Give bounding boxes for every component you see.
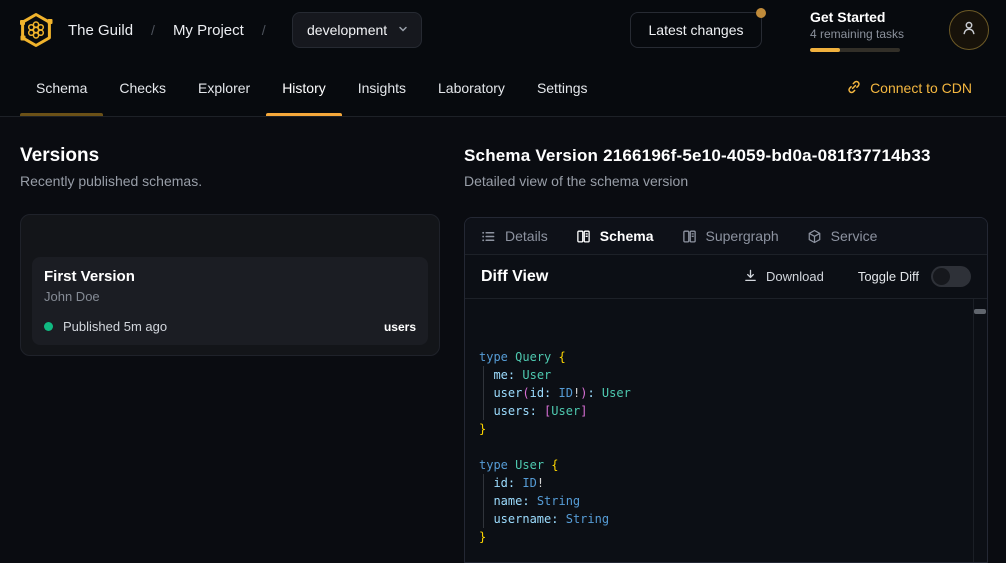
tab-label: Supergraph (706, 228, 779, 244)
breadcrumb: The Guild / My Project / (68, 0, 266, 60)
app-header: The Guild / My Project / development Lat… (0, 0, 1006, 60)
code-scrollbar[interactable] (973, 299, 987, 563)
nav-tab-checks[interactable]: Checks (103, 60, 182, 116)
code-line (479, 438, 967, 456)
toggle-diff-label: Toggle Diff (858, 269, 919, 284)
detail-tabs: Details Schema Supergraph Service (465, 218, 987, 255)
hive-logo-icon[interactable] (16, 10, 56, 50)
nav-tab-label: Checks (119, 80, 166, 96)
version-list-item[interactable]: First Version John Doe Published 5m ago … (32, 257, 428, 345)
person-icon (960, 19, 978, 42)
columns-icon (576, 229, 591, 244)
code-line: user(id: ID!): User (479, 384, 967, 402)
schema-code-viewer: type Query { me: User user(id: ID!): Use… (465, 299, 987, 563)
toggle-knob (933, 268, 950, 285)
breadcrumb-project[interactable]: My Project (173, 22, 244, 39)
scrollbar-thumb[interactable] (974, 309, 986, 314)
download-icon (743, 268, 758, 286)
version-status: Published 5m ago (63, 319, 167, 334)
diff-toolbar: Diff View Download Toggle Diff (465, 255, 987, 299)
nav-tab-settings[interactable]: Settings (521, 60, 604, 116)
cube-icon (807, 229, 822, 244)
nav-tab-insights[interactable]: Insights (342, 60, 422, 116)
tab-label: Schema (600, 228, 654, 244)
get-started-progress-bar (810, 48, 900, 52)
breadcrumb-separator: / (151, 22, 155, 38)
tab-underline (266, 113, 342, 116)
version-author: John Doe (44, 289, 416, 304)
versions-subtitle: Recently published schemas. (20, 173, 202, 189)
latest-changes-label: Latest changes (649, 22, 744, 38)
published-status-dot-icon (44, 322, 53, 331)
version-name: First Version (44, 268, 416, 285)
chevron-down-icon (397, 22, 409, 38)
code-line: type User { (479, 456, 967, 474)
code-line: me: User (479, 366, 967, 384)
schema-version-title: Schema Version 2166196f-5e10-4059-bd0a-0… (464, 146, 931, 166)
nav-tab-history[interactable]: History (266, 60, 342, 116)
versions-title: Versions (20, 145, 99, 167)
nav-tab-label: Insights (358, 80, 406, 96)
nav-tab-label: History (282, 80, 326, 96)
breadcrumb-separator: / (262, 22, 266, 38)
code-lines: type Query { me: User user(id: ID!): Use… (479, 348, 967, 546)
versions-list-card: First Version John Doe Published 5m ago … (20, 214, 440, 356)
nav-tab-label: Settings (537, 80, 588, 96)
service-badge: users (384, 320, 416, 334)
code-line: type Query { (479, 348, 967, 366)
link-icon (846, 79, 862, 98)
nav-tab-explorer[interactable]: Explorer (182, 60, 266, 116)
connect-to-cdn-label: Connect to CDN (870, 80, 972, 96)
tab-supergraph[interactable]: Supergraph (682, 228, 779, 244)
get-started-subtitle: 4 remaining tasks (810, 27, 910, 41)
code-line: username: String (479, 510, 967, 528)
diff-toggle-switch[interactable] (931, 266, 971, 287)
download-button[interactable]: Download (743, 268, 824, 286)
notification-dot-icon (756, 8, 766, 18)
target-dropdown-value: development (307, 22, 387, 38)
download-label: Download (766, 269, 824, 284)
nav-tab-schema[interactable]: Schema (20, 60, 103, 116)
tab-underline (20, 113, 103, 116)
tab-label: Details (505, 228, 548, 244)
code-line: users: [User] (479, 402, 967, 420)
nav-tab-label: Schema (36, 80, 87, 96)
tab-label: Service (831, 228, 878, 244)
user-avatar[interactable] (949, 10, 989, 50)
diff-view-title: Diff View (481, 268, 548, 286)
schema-version-subtitle: Detailed view of the schema version (464, 173, 688, 189)
get-started-progress-fill (810, 48, 840, 52)
nav-tab-laboratory[interactable]: Laboratory (422, 60, 521, 116)
connect-to-cdn-link[interactable]: Connect to CDN (846, 60, 972, 116)
tab-service[interactable]: Service (807, 228, 878, 244)
nav-tab-label: Explorer (198, 80, 250, 96)
get-started-widget[interactable]: Get Started 4 remaining tasks (810, 9, 910, 52)
code-line: name: String (479, 492, 967, 510)
nav-tab-label: Laboratory (438, 80, 505, 96)
breadcrumb-org[interactable]: The Guild (68, 22, 133, 39)
list-icon (481, 229, 496, 244)
tab-schema[interactable]: Schema (576, 228, 654, 244)
code-line: } (479, 528, 967, 546)
schema-version-panel: Details Schema Supergraph Service Diff V… (464, 217, 988, 563)
code-line: } (479, 420, 967, 438)
get-started-title: Get Started (810, 9, 910, 25)
latest-changes-button[interactable]: Latest changes (630, 12, 762, 48)
version-status-row: Published 5m ago users (44, 319, 416, 334)
target-dropdown[interactable]: development (292, 12, 422, 48)
code-line: id: ID! (479, 474, 967, 492)
columns-icon (682, 229, 697, 244)
tab-details[interactable]: Details (481, 228, 548, 244)
